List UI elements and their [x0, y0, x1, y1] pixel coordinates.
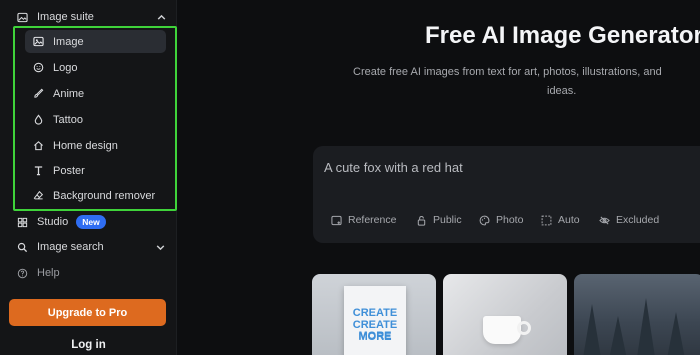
- page-subtitle: Create free AI images from text for art,…: [353, 66, 662, 78]
- poster-text-line: CREATE: [352, 307, 398, 319]
- cup-shape: [483, 316, 521, 344]
- smile-icon: [32, 62, 44, 74]
- image-suite-toggle[interactable]: Image suite: [16, 6, 166, 28]
- home-icon: [32, 140, 44, 152]
- new-badge: New: [76, 215, 106, 229]
- public-label: Public: [433, 214, 462, 226]
- sidebar-item-studio[interactable]: Studio New: [16, 211, 166, 233]
- upgrade-to-pro-button[interactable]: Upgrade to Pro: [9, 299, 166, 326]
- poster-mockup: CREATE CREATE MORE MORE: [344, 286, 406, 355]
- tree-shape: [636, 298, 656, 355]
- tree-shape: [582, 304, 602, 355]
- image-icon: [16, 11, 28, 23]
- aspect-ratio-icon: [541, 215, 552, 225]
- chevron-up-icon: [156, 12, 166, 22]
- sidebar-item-logo[interactable]: Logo: [30, 56, 166, 79]
- sidebar-item-label: Home design: [53, 139, 118, 152]
- sidebar-item-label: Anime: [53, 87, 85, 100]
- excluded-label: Excluded: [616, 214, 660, 226]
- brush-icon: [32, 88, 44, 100]
- eye-off-icon: [599, 215, 610, 225]
- eraser-icon: [32, 190, 44, 202]
- poster-text-line: MORE: [358, 331, 392, 343]
- sidebar-item-label: Tattoo: [53, 113, 83, 126]
- public-option[interactable]: Public: [416, 212, 462, 228]
- sidebar-item-label: Studio: [37, 216, 69, 228]
- page-title: Free AI Image Generator: [425, 22, 700, 49]
- search-icon: [16, 241, 28, 253]
- auto-label: Auto: [558, 214, 580, 226]
- cup-handle-shape: [517, 321, 531, 335]
- sidebar-item-poster[interactable]: Poster: [30, 159, 166, 182]
- main-content: Free AI Image Generator Create free AI i…: [177, 0, 700, 355]
- tree-shape: [608, 316, 628, 355]
- page-subtitle-continued: ideas.: [547, 85, 577, 97]
- photo-option[interactable]: Photo: [479, 212, 523, 228]
- sidebar-item-background-remover[interactable]: Background remover: [30, 184, 166, 207]
- sidebar-item-label: Poster: [53, 164, 85, 177]
- sidebar-item-tattoo[interactable]: Tattoo: [30, 108, 166, 131]
- sidebar-item-label: Logo: [53, 61, 78, 74]
- prompt-card: A cute fox with a red hat Reference Publ…: [313, 146, 700, 243]
- sidebar-item-home-design[interactable]: Home design: [30, 134, 166, 157]
- lock-icon: [417, 215, 426, 226]
- reference-label: Reference: [348, 214, 397, 226]
- text-t-icon: [32, 165, 44, 177]
- photo-label: Photo: [496, 214, 524, 226]
- aspect-ratio-option[interactable]: Auto: [541, 212, 580, 228]
- example-image-cup[interactable]: [443, 274, 567, 355]
- palette-icon: [479, 215, 490, 225]
- example-image-forest[interactable]: [574, 274, 700, 355]
- sidebar-item-image[interactable]: Image: [25, 30, 166, 53]
- drop-icon: [32, 114, 44, 126]
- reference-option[interactable]: Reference: [331, 212, 396, 228]
- image-icon: [32, 36, 44, 48]
- login-button[interactable]: Log in: [0, 339, 177, 351]
- reference-image-icon: [331, 215, 342, 225]
- sidebar-item-label: Image: [53, 35, 84, 48]
- prompt-input[interactable]: A cute fox with a red hat: [324, 160, 463, 175]
- tree-shape: [666, 312, 686, 355]
- example-image-poster[interactable]: CREATE CREATE MORE MORE: [312, 274, 436, 355]
- sidebar-item-label: Help: [37, 267, 60, 279]
- chevron-down-icon: [154, 241, 166, 253]
- sidebar: Image suite Image Logo Anime Tattoo Home…: [0, 0, 177, 355]
- sidebar-item-label: Image search: [37, 241, 104, 253]
- sidebar-item-help[interactable]: Help: [16, 262, 166, 284]
- excluded-option[interactable]: Excluded: [599, 212, 659, 228]
- image-suite-label: Image suite: [37, 11, 94, 23]
- sidebar-item-label: Background remover: [53, 189, 156, 202]
- sidebar-item-image-search[interactable]: Image search: [16, 236, 166, 258]
- grid-icon: [16, 216, 28, 228]
- help-circle-icon: [16, 267, 28, 279]
- sidebar-item-anime[interactable]: Anime: [30, 82, 166, 105]
